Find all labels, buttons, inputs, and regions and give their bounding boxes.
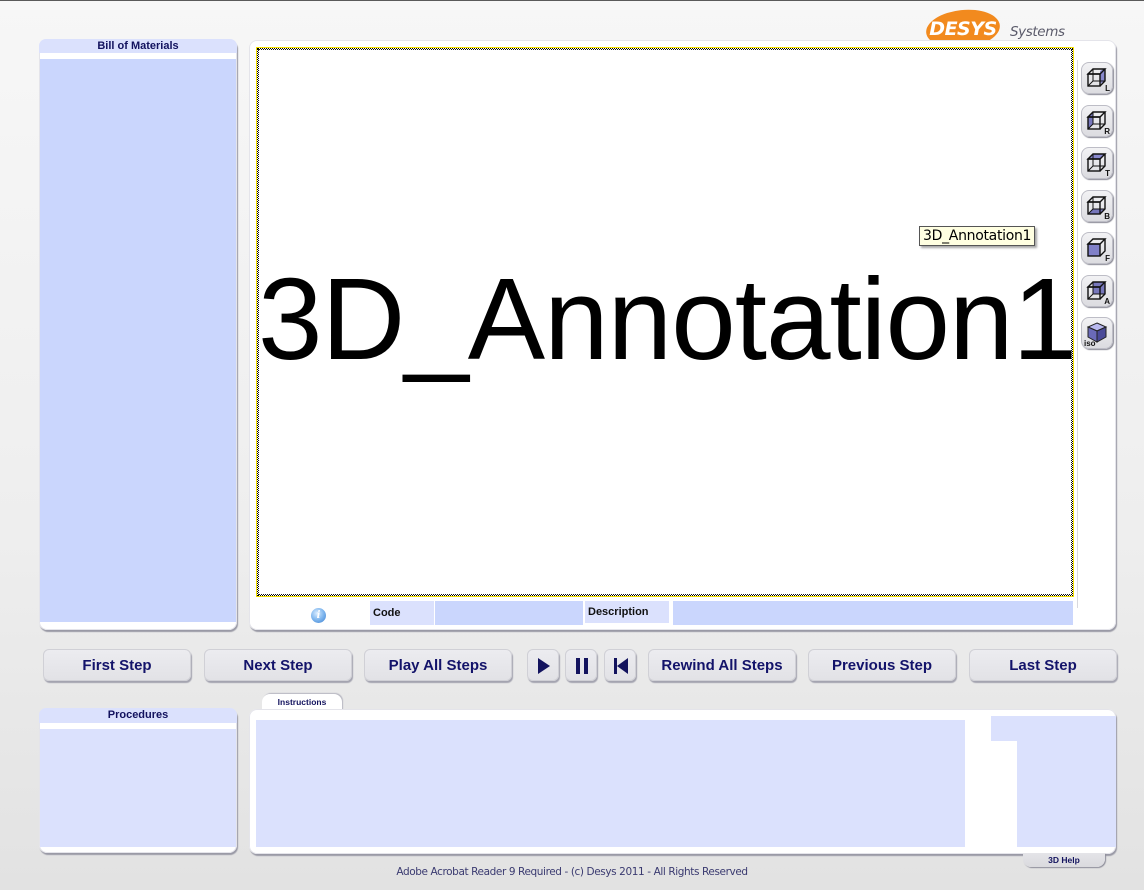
view-top-letter: T	[1105, 169, 1110, 178]
view-buttons-divider	[1077, 60, 1078, 608]
view-left-button[interactable]: L	[1081, 62, 1113, 94]
play-icon	[538, 658, 550, 674]
view-back-letter: A	[1104, 296, 1110, 306]
play-all-steps-button[interactable]: Play All Steps	[364, 649, 512, 681]
view-front-letter: F	[1105, 254, 1110, 263]
view-iso-letter: iso	[1084, 339, 1096, 348]
description-label: Description	[585, 601, 669, 623]
view-back-button[interactable]: A	[1081, 274, 1113, 307]
view-iso-button[interactable]: iso	[1081, 317, 1113, 349]
instructions-panel	[249, 709, 1116, 854]
pause-icon	[576, 658, 588, 674]
view-front-button[interactable]: F	[1081, 232, 1113, 264]
play-button[interactable]	[527, 649, 559, 681]
viewer-panel: 3D_Annotation1 3D_Annotation1 L R T B F …	[249, 40, 1116, 630]
view-left-letter: L	[1105, 84, 1110, 93]
view-right-letter: R	[1104, 126, 1110, 136]
bom-title: Bill of Materials	[39, 39, 237, 53]
pause-button[interactable]	[565, 649, 597, 681]
logo-brand: DESYS	[929, 18, 997, 40]
view-bottom-button[interactable]: B	[1081, 189, 1113, 222]
instructions-image-area-top	[991, 716, 1116, 741]
3d-help-tab[interactable]: 3D Help	[1023, 853, 1105, 867]
info-icon[interactable]: i	[311, 608, 326, 623]
part-info-row: i Code Description	[249, 601, 1116, 626]
next-step-button[interactable]: Next Step	[204, 649, 352, 681]
annotation-tooltip: 3D_Annotation1	[919, 226, 1036, 246]
view-bottom-letter: B	[1104, 211, 1110, 221]
last-step-button[interactable]: Last Step	[969, 649, 1117, 681]
bill-of-materials-panel: Bill of Materials	[39, 39, 237, 630]
3d-viewport[interactable]: 3D_Annotation1 3D_Annotation1	[256, 47, 1077, 597]
instructions-image-area	[1017, 741, 1116, 847]
previous-step-button[interactable]: Previous Step	[808, 649, 956, 681]
view-top-button[interactable]: T	[1081, 147, 1113, 179]
first-step-button[interactable]: First Step	[43, 649, 191, 681]
annotation-label: 3D_Annotation1	[258, 254, 1077, 384]
code-label: Code	[370, 601, 434, 625]
instructions-text	[256, 720, 965, 847]
procedures-title: Procedures	[39, 708, 237, 723]
procedures-list[interactable]	[40, 729, 236, 847]
skip-back-icon	[614, 658, 628, 674]
window-top-border	[0, 0, 1144, 1]
bom-list[interactable]	[40, 59, 236, 622]
footer-text: Adobe Acrobat Reader 9 Required - (c) De…	[396, 866, 748, 878]
rewind-button[interactable]	[604, 649, 636, 681]
view-buttons: L R T B F A iso	[1081, 62, 1115, 360]
code-field[interactable]	[435, 601, 583, 625]
procedures-panel: Procedures	[39, 708, 237, 853]
rewind-all-steps-button[interactable]: Rewind All Steps	[648, 649, 796, 681]
view-right-button[interactable]: R	[1081, 104, 1113, 137]
description-field[interactable]	[673, 601, 1073, 625]
